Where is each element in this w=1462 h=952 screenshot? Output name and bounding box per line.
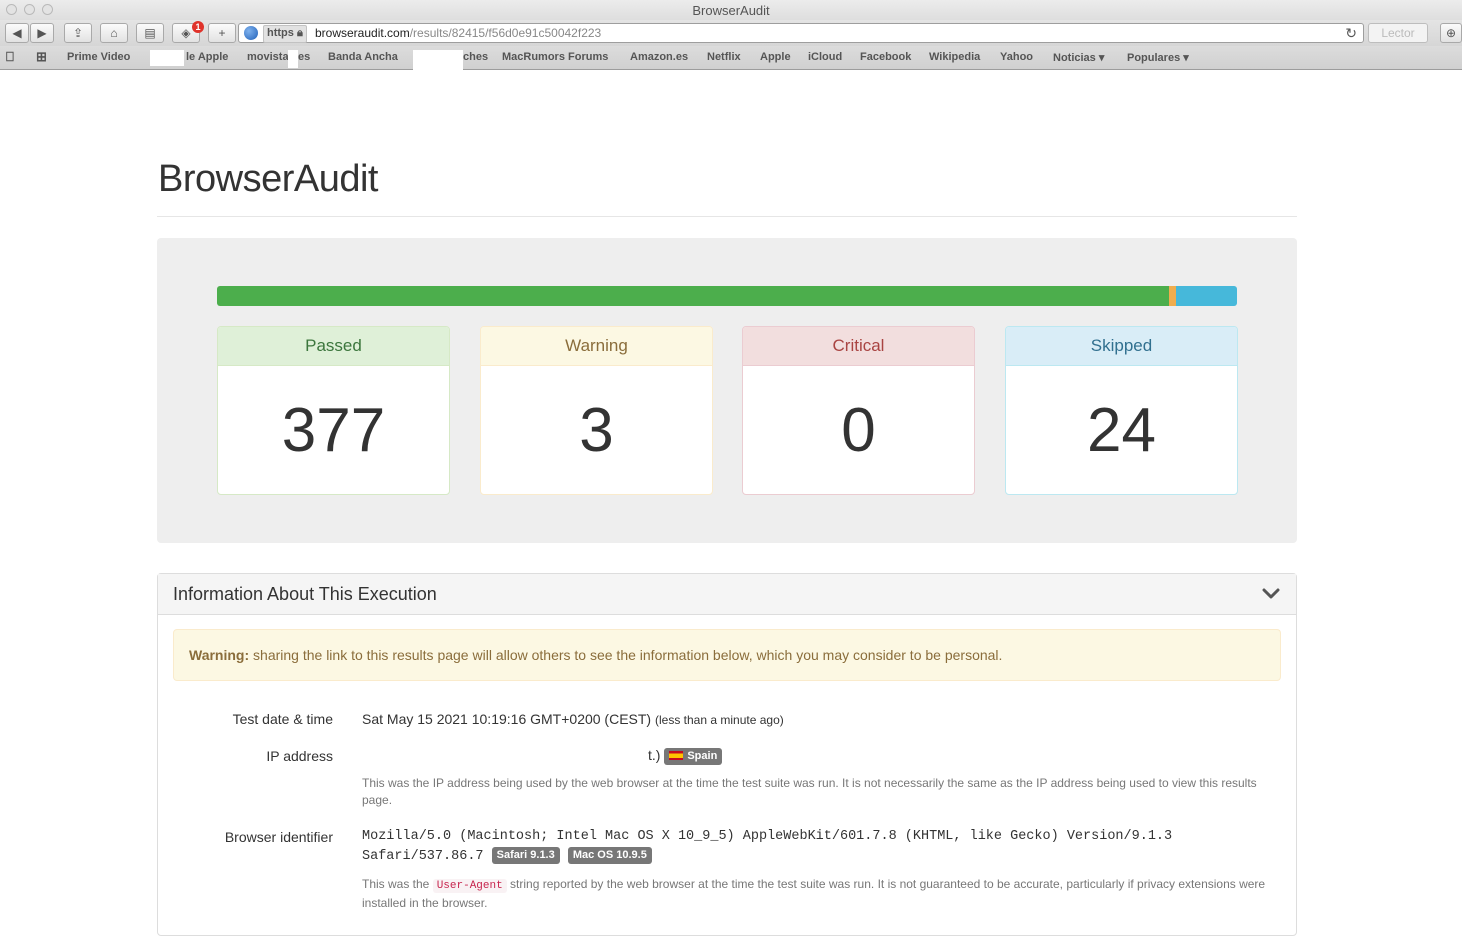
plus-icon: +	[218, 26, 226, 40]
bookmark-folder[interactable]: Noticias ▾	[1053, 51, 1104, 64]
home-button[interactable]: ⌂	[100, 23, 128, 43]
bookmark-item[interactable]: movista	[247, 51, 289, 63]
warning-card[interactable]: Warning 3	[480, 326, 713, 495]
redaction	[413, 50, 463, 70]
back-arrow-icon: ◀	[12, 26, 22, 40]
extension-button[interactable]: ◈ 1	[172, 21, 204, 43]
bookmark-folder[interactable]: Populares ▾	[1127, 51, 1189, 64]
passed-card-label: Passed	[218, 327, 449, 366]
user-agent-value: Mozilla/5.0 (Macintosh; Intel Mac OS X 1…	[362, 827, 1172, 867]
bookmark-item[interactable]: iCloud	[808, 51, 842, 63]
user-agent-code: User-Agent	[432, 879, 507, 893]
bookmark-item[interactable]: ches	[463, 51, 488, 63]
progress-skipped-segment	[1175, 286, 1237, 306]
os-badge: Mac OS 10.9.5	[567, 847, 652, 864]
warning-count: 3	[579, 396, 614, 465]
redaction	[639, 26, 809, 41]
critical-card-label: Critical	[743, 327, 974, 366]
title-divider	[157, 216, 1297, 217]
printer-icon: ▤	[144, 26, 156, 40]
bookmark-item[interactable]: Apple	[760, 51, 791, 63]
download-icon: ⊕	[1445, 26, 1457, 40]
passed-card[interactable]: Passed 377	[217, 326, 450, 495]
bookmark-item[interactable]: es	[298, 51, 310, 63]
share-button[interactable]: ⇪	[64, 23, 92, 43]
bookmark-item[interactable]: Prime Video	[67, 51, 130, 63]
execution-info-header[interactable]: Information About This Execution	[158, 574, 1296, 615]
bookmark-item[interactable]: le Apple	[186, 51, 228, 63]
browser-toolbar: ◀ ▶ ⇪ ⌂ ▤ ◈ 1 + https 🔒︎ browseraudit.co…	[0, 20, 1462, 46]
warning-strong: Warning:	[189, 647, 250, 663]
ip-help-text: This was the IP address being used by th…	[362, 776, 1257, 807]
browser-badge: Safari 9.1.3	[491, 847, 560, 864]
bookmark-item[interactable]: Wikipedia	[929, 51, 980, 63]
results-progress-bar	[217, 286, 1237, 306]
critical-card[interactable]: Critical 0	[742, 326, 975, 495]
panel-title: Information About This Execution	[173, 584, 437, 604]
browser-id-label: Browser identifier	[224, 829, 333, 845]
forward-button[interactable]: ▶	[30, 23, 54, 43]
user-agent-line1: Mozilla/5.0 (Macintosh; Intel Mac OS X 1…	[362, 829, 1173, 844]
page-title: BrowserAudit	[158, 158, 378, 200]
new-tab-button[interactable]: +	[208, 23, 236, 43]
shield-icon: ◈	[181, 26, 191, 40]
ip-address-value: t.) Spain	[648, 747, 723, 765]
progress-passed-segment	[217, 286, 1169, 306]
bookmarks-bar: ⎕ ⊞ Prime Video le Apple movista es Band…	[0, 46, 1462, 70]
reload-icon[interactable]: ↻	[1345, 24, 1357, 42]
book-icon[interactable]: ⎕	[6, 49, 14, 65]
warning-text: sharing the link to this results page wi…	[249, 647, 1003, 663]
country-badge: Spain	[664, 747, 723, 765]
privacy-warning-alert: Warning: sharing the link to this result…	[173, 629, 1281, 681]
grid-icon[interactable]: ⊞	[36, 49, 47, 65]
redaction	[150, 50, 184, 66]
bookmark-item[interactable]: Amazon.es	[630, 51, 688, 63]
window-title: BrowserAudit	[692, 3, 770, 18]
reader-button[interactable]: Lector	[1368, 23, 1428, 43]
execution-info-panel: Information About This Execution Warning…	[157, 573, 1297, 936]
address-text: browseraudit.com/results/82415/f56d0e91c…	[315, 26, 602, 40]
downloads-button[interactable]: ⊕	[1440, 23, 1462, 43]
spain-flag-icon	[669, 751, 684, 761]
home-icon: ⌂	[110, 26, 118, 40]
back-button[interactable]: ◀	[5, 23, 29, 43]
user-agent-line2: Safari/537.86.7 Safari 9.1.3 Mac OS 10.9…	[362, 847, 1172, 867]
window-titlebar: BrowserAudit	[0, 0, 1462, 20]
bookmark-item[interactable]: MacRumors Forums	[502, 51, 608, 63]
test-date-label: Test date & time	[232, 711, 333, 727]
critical-count: 0	[841, 396, 876, 465]
skipped-card-label: Skipped	[1006, 327, 1237, 366]
progress-warning-segment	[1168, 286, 1176, 306]
bookmark-item[interactable]: Yahoo	[1000, 51, 1033, 63]
skipped-card[interactable]: Skipped 24	[1005, 326, 1238, 495]
passed-count: 377	[281, 396, 386, 465]
chevron-down-icon[interactable]	[1262, 584, 1280, 602]
user-agent-help-text: This was the User-Agent string reported …	[362, 877, 1266, 910]
skipped-count: 24	[1087, 396, 1156, 465]
test-date-value: Sat May 15 2021 10:19:16 GMT+0200 (CEST)…	[362, 711, 784, 727]
address-bar[interactable]: https 🔒︎ browseraudit.com/results/82415/…	[238, 23, 1364, 43]
lock-icon: 🔒︎	[296, 27, 303, 39]
bookmark-item[interactable]: Netflix	[707, 51, 741, 63]
test-date-relative: (less than a minute ago)	[655, 713, 784, 727]
ip-address-label: IP address	[266, 748, 333, 764]
bookmark-item[interactable]: Facebook	[860, 51, 911, 63]
warning-card-label: Warning	[481, 327, 712, 366]
forward-arrow-icon: ▶	[37, 26, 47, 40]
share-icon: ⇪	[72, 26, 84, 40]
results-summary: Passed 377 Warning 3 Critical 0 Skipped …	[157, 238, 1297, 543]
redaction	[288, 50, 298, 68]
https-badge: https 🔒︎	[263, 25, 307, 43]
print-button[interactable]: ▤	[136, 23, 164, 43]
bookmark-item[interactable]: Banda Ancha	[328, 51, 398, 63]
notification-badge: 1	[192, 21, 204, 33]
globe-icon	[244, 26, 258, 40]
